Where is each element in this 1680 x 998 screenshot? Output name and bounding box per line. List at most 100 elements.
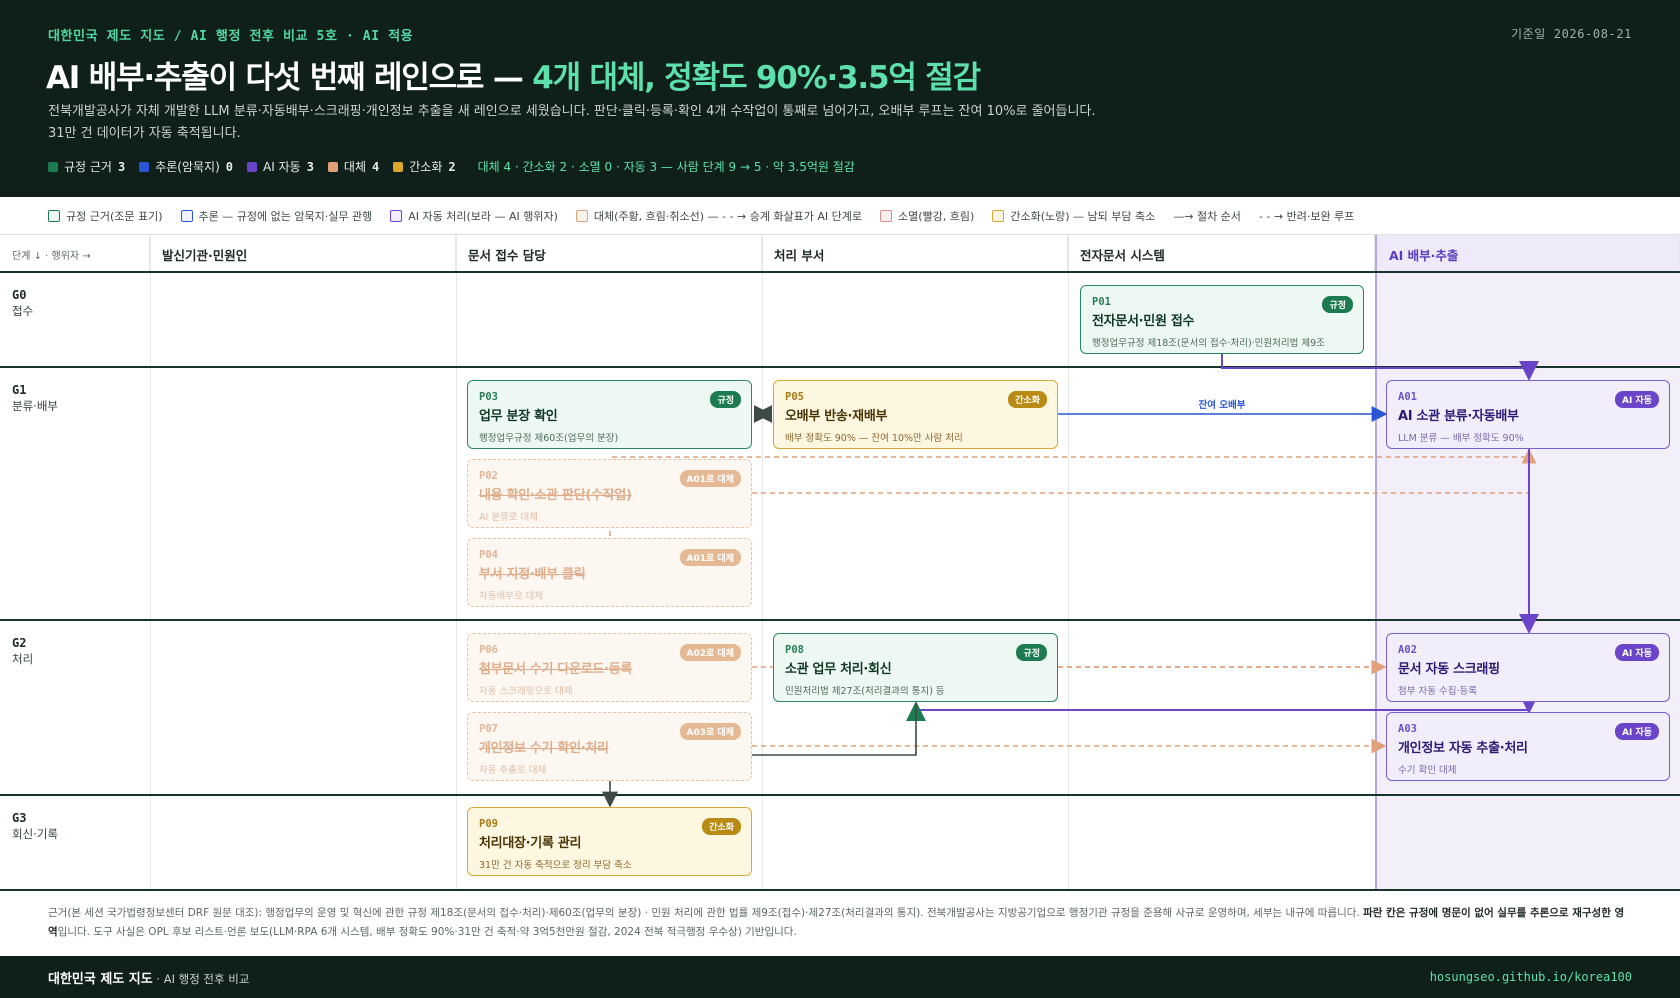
lane-header-intake: 문서 접수 담당	[456, 235, 762, 273]
step-basis: 수기 확인 대체	[1398, 765, 1457, 776]
step-p02[interactable]: P02 내용 확인·소관 판단(수작업) AI 분류로 대체 A01로 대체	[467, 459, 752, 528]
step-badge: 간소화	[1008, 391, 1047, 408]
legend-label: 추론 — 규정에 없는 암묵지·실무 관행	[198, 209, 373, 223]
stage-name: 접수	[12, 304, 34, 318]
stage-row-g0: G0 접수	[0, 271, 1680, 367]
lane-header-sender: 발신기관·민원인	[150, 235, 456, 273]
stage-label: G1 분류·배부	[12, 382, 58, 414]
footer-brand: 대한민국 제도 지도 · AI 행정 전후 비교	[48, 968, 249, 987]
step-title: 전자문서·민원 접수	[1092, 314, 1195, 329]
step-basis: AI 분류로 대체	[479, 512, 539, 523]
step-basis: 민원처리법 제27조(처리결과의 통지) 등	[785, 686, 945, 697]
step-badge: A03로 대체	[679, 723, 741, 740]
series-kicker: 대한민국 제도 지도 / AI 행정 전후 비교 5호 · AI 적용	[48, 29, 414, 44]
page-description: 전북개발공사가 자체 개발한 LLM 분류·자동배부·스크래핑·개인정보 추출을…	[48, 101, 1168, 145]
lane-header-edms: 전자문서 시스템	[1068, 235, 1375, 273]
stage-label: G0 접수	[12, 287, 33, 319]
footer-brand-name: 대한민국 제도 지도	[48, 971, 153, 987]
step-badge: A01로 대체	[679, 470, 741, 487]
stat-label: 추론(암묵지)	[155, 160, 220, 174]
footer: 대한민국 제도 지도 · AI 행정 전후 비교 hosungseo.githu…	[0, 956, 1680, 998]
stage-row-g3: G3 회신·기록	[0, 794, 1680, 890]
step-p07[interactable]: P07 개인정보 수기 확인·처리 자동 추출로 대체 A03로 대체	[467, 712, 752, 781]
step-badge: AI 자동	[1614, 391, 1659, 408]
step-title: 처리대장·기록 관리	[479, 836, 582, 851]
step-id: P09	[479, 818, 498, 830]
legend-label: AI 자동 처리(보라 — AI 행위자)	[408, 209, 558, 223]
stat-count: 2	[448, 159, 456, 174]
legend-label: 규정 근거(조문 표기)	[66, 209, 163, 223]
stat-swatch	[48, 161, 58, 172]
step-badge: AI 자동	[1614, 644, 1659, 661]
step-basis: 31만 건 자동 축적으로 정리 부담 축소	[479, 860, 632, 871]
legend-label: 대체(주황, 흐림·취소선) — - - → 승계 화살표가 AI 단계로	[593, 209, 863, 223]
footer-brand-sub: · AI 행정 전후 비교	[152, 971, 250, 986]
stat-rule: 규정 근거 3	[48, 158, 125, 175]
stat-inference: 추론(암묵지) 0	[139, 158, 233, 175]
footer-url-link[interactable]: hosungseo.github.io/korea100	[1430, 970, 1632, 984]
page-title: AI 배부·추출이 다섯 번째 레인으로 — 4개 대체, 정확도 90%·3.…	[46, 52, 981, 97]
footnote-text: 근거(본 세션 국가법령정보센터 DRF 원문 대조): 행정업무의 운영 및 …	[48, 907, 1364, 919]
step-id: P05	[785, 391, 804, 403]
step-badge: 규정	[710, 391, 741, 408]
lane-header-ai: AI 배부·추출	[1375, 235, 1680, 273]
legend-label: 소멸(빨강, 흐림)	[898, 209, 975, 223]
step-title: 오배부 반송·재배부	[785, 409, 888, 424]
stage-code: G0	[12, 288, 27, 302]
step-basis: 행정업무규정 제18조(문서의 접수·처리)·민원처리법 제9조	[1092, 338, 1325, 349]
step-id: P08	[785, 644, 804, 656]
stat-swatch	[393, 161, 404, 172]
stage-label: G2 처리	[12, 635, 33, 667]
source-footnote: 근거(본 세션 국가법령정보센터 DRF 원문 대조): 행정업무의 운영 및 …	[0, 889, 1680, 956]
legend-swatch	[48, 209, 60, 222]
step-a02[interactable]: A02 문서 자동 스크래핑 첨부 자동 수집·등록 AI 자동	[1386, 633, 1670, 702]
legend-item-ai: AI 자동 처리(보라 — AI 행위자)	[390, 208, 558, 224]
step-title: 개인정보 자동 추출·처리	[1398, 741, 1528, 756]
step-p05[interactable]: P05 오배부 반송·재배부 배부 정확도 90% — 잔여 10%만 사람 처…	[773, 380, 1058, 449]
step-badge: 규정	[1016, 644, 1047, 661]
step-badge: A02로 대체	[679, 644, 741, 661]
legend-item-replaced: 대체(주황, 흐림·취소선) — - - → 승계 화살표가 AI 단계로	[575, 208, 863, 224]
step-title: AI 소관 분류·자동배부	[1398, 409, 1519, 424]
legend: 규정 근거(조문 표기) 추론 — 규정에 없는 암묵지·실무 관행 AI 자동…	[0, 197, 1680, 235]
stats-bar: 규정 근거 3 추론(암묵지) 0 AI 자동 3 대체 4 간소화 2 대체 4 · 간…	[48, 158, 855, 175]
stat-count: 3	[306, 159, 314, 174]
description-line: 전북개발공사가 자체 개발한 LLM 분류·자동배부·스크래핑·개인정보 추출을…	[48, 104, 1096, 119]
legend-swatch	[575, 209, 588, 222]
reference-date: 기준일 2026-08-21	[1511, 27, 1632, 41]
step-p06[interactable]: P06 첨부문서 수기 다운로드·등록 자동 스크래핑으로 대체 A02로 대체	[467, 633, 752, 702]
stage-code: G2	[12, 636, 27, 650]
step-title: 소관 업무 처리·회신	[785, 662, 892, 677]
step-id: P03	[479, 391, 498, 403]
stat-count: 3	[117, 159, 126, 174]
step-a03[interactable]: A03 개인정보 자동 추출·처리 수기 확인 대체 AI 자동	[1386, 712, 1670, 781]
step-badge: A01로 대체	[679, 549, 741, 566]
step-basis: 자동배부로 대체	[479, 591, 544, 602]
stage-code: G1	[12, 383, 27, 397]
step-basis: 자동 추출로 대체	[479, 765, 547, 776]
step-p08[interactable]: P08 소관 업무 처리·회신 민원처리법 제27조(처리결과의 통지) 등 규…	[773, 633, 1058, 702]
legend-item-inference: 추론 — 규정에 없는 암묵지·실무 관행	[180, 208, 373, 224]
stage-label: G3 회신·기록	[12, 810, 58, 842]
footnote-tail: 입니다. 도구 사실은 OPL 후보 리스트·언론 보도(LLM·RPA 6개 …	[57, 926, 797, 938]
description-line: 31만 건 데이터가 자동 축적됩니다.	[48, 126, 241, 141]
legend-swatch	[390, 209, 403, 222]
stage-code: G3	[12, 811, 27, 825]
step-p04[interactable]: P04 부서 지정·배부 클릭 자동배부로 대체 A01로 대체	[467, 538, 752, 607]
legend-swatch	[992, 209, 1005, 222]
stat-swatch	[327, 161, 338, 172]
step-a01[interactable]: A01 AI 소관 분류·자동배부 LLM 분류 — 배부 정확도 90% AI…	[1386, 380, 1670, 449]
legend-item-rule: 규정 근거(조문 표기)	[48, 208, 163, 224]
stage-name: 회신·기록	[12, 827, 58, 841]
legend-arrow-dashed: - - → 반려·보완 루프	[1258, 209, 1355, 223]
step-basis: 자동 스크래핑으로 대체	[479, 686, 573, 697]
step-basis: 배부 정확도 90% — 잔여 10%만 사람 처리	[785, 433, 963, 444]
stat-label: AI 자동	[263, 160, 301, 174]
stage-name: 분류·배부	[12, 399, 58, 413]
step-p01[interactable]: P01 전자문서·민원 접수 행정업무규정 제18조(문서의 접수·처리)·민원…	[1080, 285, 1364, 354]
step-p03[interactable]: P03 업무 분장 확인 행정업무규정 제60조(업무의 분장) 규정	[467, 380, 752, 449]
legend-label: 간소화(노랑) — 남되 부담 축소	[1010, 209, 1156, 223]
step-p09[interactable]: P09 처리대장·기록 관리 31만 건 자동 축적으로 정리 부담 축소 간소…	[467, 807, 752, 876]
step-id: P01	[1092, 296, 1111, 308]
stage-name: 처리	[12, 652, 34, 666]
